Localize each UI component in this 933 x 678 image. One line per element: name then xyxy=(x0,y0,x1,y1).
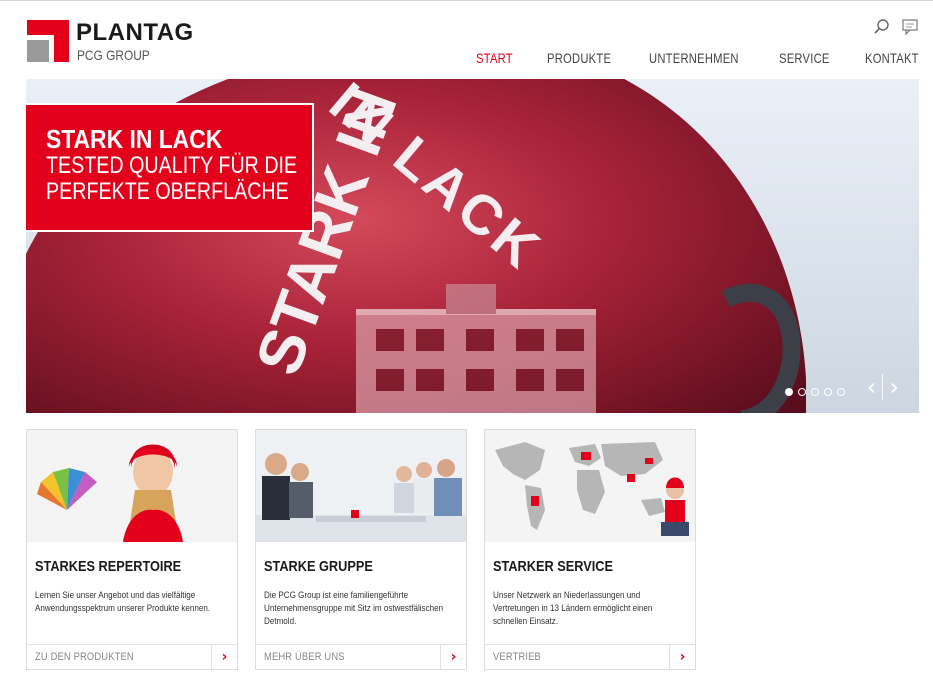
chevron-right-icon[interactable]: › xyxy=(211,645,237,669)
main-nav: START PRODUKTE UNTERNEHMEN SERVICE KONTA… xyxy=(0,50,933,72)
chat-icon[interactable] xyxy=(901,18,919,36)
chevron-right-icon[interactable]: › xyxy=(669,645,695,669)
slide-dot[interactable] xyxy=(785,388,793,396)
nav-service[interactable]: SERVICE xyxy=(779,50,830,66)
card-footer[interactable]: VERTRIEB › xyxy=(485,644,695,669)
slide-dot[interactable] xyxy=(811,388,819,396)
card-image xyxy=(256,430,466,542)
nav-kontakt[interactable]: KONTAKT xyxy=(865,50,919,66)
hero-subtitle-2: PERFEKTE OBERFLÄCHE xyxy=(46,178,289,205)
brand-name: PLANTAG xyxy=(76,19,194,46)
hero-caption[interactable]: STARK IN LACK TESTED QUALITY FÜR DIE PER… xyxy=(26,103,314,232)
card-image xyxy=(27,430,237,542)
slide-dot[interactable] xyxy=(837,388,845,396)
slider-arrows: ‹ › xyxy=(867,373,899,401)
slide-dot[interactable] xyxy=(798,388,806,396)
hero-subtitle-1: TESTED QUALITY FÜR DIE xyxy=(46,152,298,179)
nav-unternehmen[interactable]: UNTERNEHMEN xyxy=(649,50,739,66)
card-title: STARKER SERVICE xyxy=(493,558,613,575)
nav-start[interactable]: START xyxy=(476,50,513,66)
hero-slider[interactable]: STARK IN LACK IN LACK STARK IN LACK TEST… xyxy=(26,79,919,413)
card-title: STARKE GRUPPE xyxy=(264,558,373,575)
card-link[interactable]: MEHR ÜBER UNS xyxy=(264,651,345,663)
card-service: STARKER SERVICE Unser Netzwerk an Nieder… xyxy=(484,429,696,670)
card-footer[interactable]: ZU DEN PRODUKTEN › xyxy=(27,644,237,669)
card-text: Unser Netzwerk an Niederlassungen und Ve… xyxy=(493,590,653,627)
search-icon[interactable] xyxy=(873,18,891,36)
hero-title: STARK IN LACK xyxy=(46,124,223,154)
card-text: Lernen Sie unser Angebot und das vielfäl… xyxy=(35,590,211,614)
card-image xyxy=(485,430,695,542)
top-border xyxy=(0,0,933,1)
next-arrow-icon[interactable]: › xyxy=(889,373,899,401)
utility-bar xyxy=(873,18,919,36)
card-title: STARKES REPERTOIRE xyxy=(35,558,182,575)
slide-dot[interactable] xyxy=(824,388,832,396)
card-repertoire: STARKES REPERTOIRE Lernen Sie unser Ange… xyxy=(26,429,238,670)
nav-produkte[interactable]: PRODUKTE xyxy=(547,50,611,66)
card-text: Die PCG Group ist eine familiengeführte … xyxy=(264,590,444,627)
card-footer[interactable]: MEHR ÜBER UNS › xyxy=(256,644,466,669)
card-gruppe: STARKE GRUPPE Die PCG Group ist eine fam… xyxy=(255,429,467,670)
prev-arrow-icon[interactable]: ‹ xyxy=(867,373,877,401)
slider-dots xyxy=(785,388,845,396)
card-link[interactable]: ZU DEN PRODUKTEN xyxy=(35,651,134,663)
chevron-right-icon[interactable]: › xyxy=(440,645,466,669)
card-link[interactable]: VERTRIEB xyxy=(493,651,541,663)
